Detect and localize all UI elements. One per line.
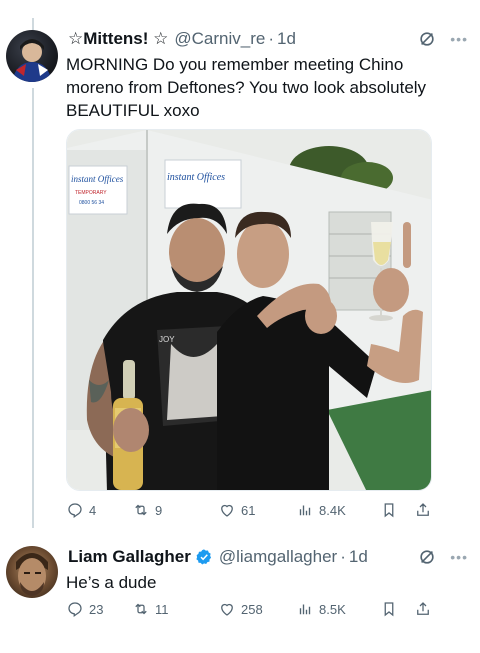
reply-icon [68, 503, 82, 518]
share-icon [417, 503, 429, 516]
grok-icon[interactable] [418, 548, 436, 566]
handle[interactable]: @Carniv_re [174, 29, 265, 49]
like-count: 61 [241, 502, 256, 518]
tweet-header: Liam Gallagher @liamgallagher · 1d ••• [68, 546, 468, 568]
repost-count: 11 [155, 601, 169, 617]
bookmark-icon [384, 503, 394, 518]
views-button[interactable]: 8.4K [296, 501, 380, 519]
separator-dot: · [268, 29, 274, 48]
shirt-text: JOY [159, 335, 175, 344]
sign-left-phone: 0800 56 34 [79, 200, 104, 206]
tweet-header: ☆Mittens! ☆ @Carniv_re · 1d ••• [68, 28, 468, 50]
tweet-photo[interactable]: instant Offices TEMPORARY 0800 56 34 ins… [66, 129, 432, 491]
repost-button[interactable]: 11 [132, 600, 218, 618]
sign-right: instant Offices [167, 172, 225, 183]
tweet-text: He’s a dude [66, 573, 157, 592]
views-icon [299, 604, 311, 615]
reply-button[interactable]: 23 [66, 600, 132, 618]
sign-left-small: TEMPORARY [75, 190, 107, 196]
timestamp[interactable]: 1d [349, 547, 368, 567]
like-button[interactable]: 258 [218, 600, 296, 618]
like-button[interactable]: 61 [218, 501, 296, 519]
share-icon [417, 602, 429, 615]
timestamp[interactable]: 1d [277, 29, 296, 49]
repost-button[interactable]: 9 [132, 501, 218, 519]
tweet-mittens[interactable]: ☆Mittens! ☆ @Carniv_re · 1d ••• MORNING … [0, 22, 480, 522]
like-count: 258 [241, 601, 263, 617]
display-name[interactable]: Liam Gallagher [68, 547, 191, 567]
tweet-liam-gallagher[interactable]: Liam Gallagher @liamgallagher · 1d ••• H… [0, 540, 480, 650]
photo-illustration: instant Offices TEMPORARY 0800 56 34 ins… [67, 130, 431, 490]
bookmark-icon [384, 602, 394, 617]
repost-count: 9 [155, 502, 163, 518]
share-button[interactable] [414, 501, 436, 519]
avatar[interactable] [6, 546, 58, 598]
like-icon [221, 603, 233, 616]
more-icon[interactable]: ••• [450, 31, 468, 47]
bookmark-button[interactable] [380, 501, 414, 519]
tweet-text: MORNING Do you remember meeting Chino mo… [66, 55, 427, 120]
tweet-actions: 23 11 258 8.5K [66, 598, 440, 620]
grok-icon[interactable] [418, 30, 436, 48]
reply-count: 23 [89, 601, 104, 617]
verified-icon [196, 549, 211, 565]
avatar[interactable] [6, 30, 58, 82]
views-count: 8.5K [319, 601, 346, 617]
repost-icon [135, 504, 147, 516]
separator-dot: · [340, 547, 346, 566]
handle[interactable]: @liamgallagher [219, 547, 337, 567]
display-name[interactable]: ☆Mittens! ☆ [68, 29, 168, 49]
bookmark-button[interactable] [380, 600, 414, 618]
repost-icon [135, 603, 147, 615]
views-icon [299, 505, 311, 516]
share-button[interactable] [414, 600, 436, 618]
reply-icon [68, 602, 82, 617]
sign-left: instant Offices [71, 174, 124, 184]
tweet-actions: 4 9 61 8.4K [66, 499, 440, 521]
views-button[interactable]: 8.5K [296, 600, 380, 618]
views-count: 8.4K [319, 502, 346, 518]
reply-button[interactable]: 4 [66, 501, 132, 519]
reply-count: 4 [89, 502, 97, 518]
more-icon[interactable]: ••• [450, 549, 468, 565]
like-icon [221, 504, 233, 517]
